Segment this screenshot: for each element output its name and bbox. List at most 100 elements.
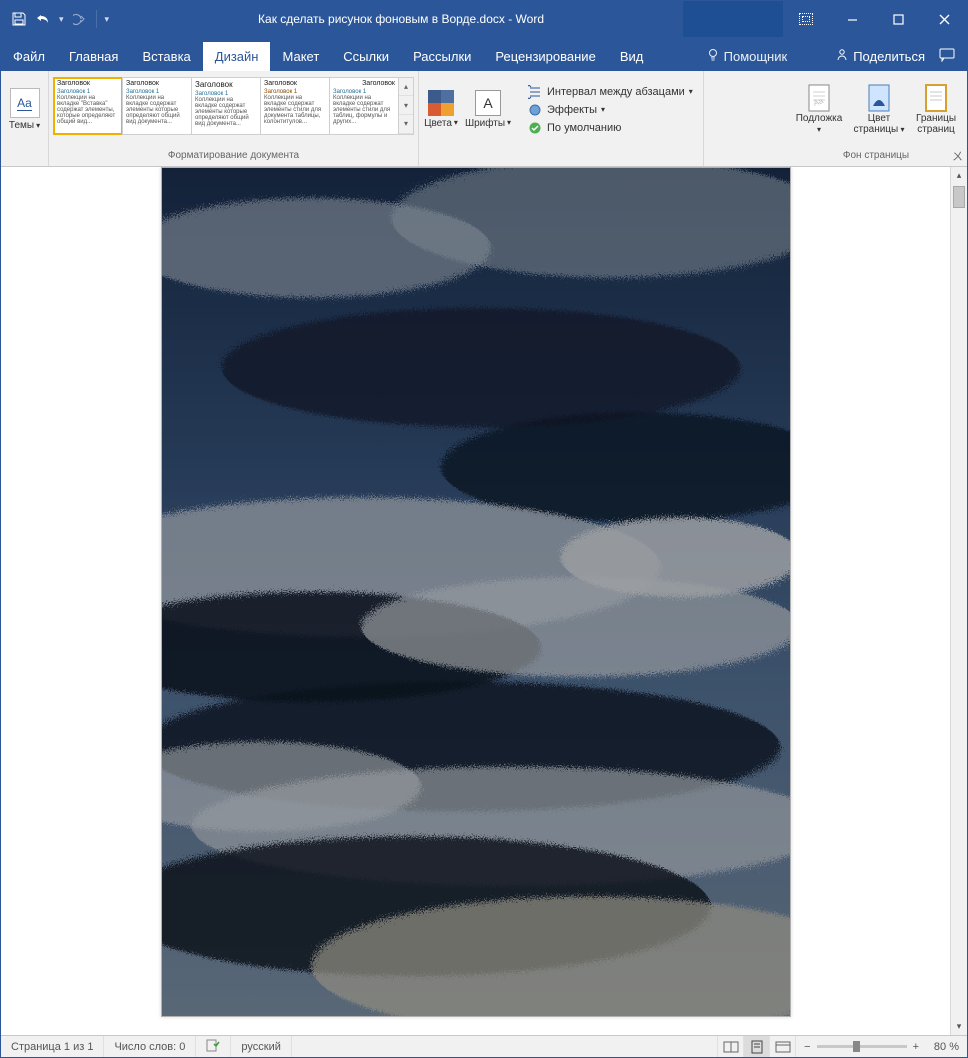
ribbon: Aa Темы▾ ЗаголовокЗаголовок 1Коллекции н… xyxy=(1,71,967,167)
fonts-icon: A xyxy=(475,90,501,116)
document-canvas[interactable] xyxy=(1,167,950,1035)
undo-icon[interactable] xyxy=(35,11,51,27)
group-document-settings: Интервал между абзацами ▾ Эффекты▾ По умо… xyxy=(517,71,704,166)
scroll-thumb[interactable] xyxy=(953,186,965,208)
colors-button[interactable]: Цвета▾ xyxy=(423,90,459,129)
status-page[interactable]: Страница 1 из 1 xyxy=(1,1036,104,1057)
colors-icon xyxy=(428,90,454,116)
page-borders-button[interactable]: Границы страниц xyxy=(909,84,963,135)
page-borders-icon xyxy=(922,84,950,112)
tab-review[interactable]: Рецензирование xyxy=(483,42,607,71)
zoom-slider-thumb[interactable] xyxy=(853,1041,860,1052)
status-language[interactable]: русский xyxy=(231,1036,291,1057)
formatting-group-label: Форматирование документа xyxy=(168,146,299,164)
watermark-button[interactable]: Aa Подложка▾ xyxy=(789,84,849,135)
undo-dropdown-icon[interactable]: ▾ xyxy=(59,14,64,25)
zoom-in-button[interactable]: + xyxy=(913,1041,919,1053)
group-document-formatting: ЗаголовокЗаголовок 1Коллекции на вкладке… xyxy=(49,71,419,166)
view-web-layout-button[interactable] xyxy=(769,1036,795,1057)
chevron-down-icon: ▾ xyxy=(689,87,693,96)
style-thumb-1[interactable]: ЗаголовокЗаголовок 1Коллекции на вкладке… xyxy=(53,77,123,135)
chevron-down-icon: ▾ xyxy=(601,105,605,114)
tab-layout[interactable]: Макет xyxy=(270,42,331,71)
page-background-image xyxy=(162,168,790,1016)
style-gallery[interactable]: ЗаголовокЗаголовок 1Коллекции на вкладке… xyxy=(53,77,414,143)
vertical-scrollbar[interactable]: ▴ ▾ xyxy=(950,167,967,1035)
user-account-button[interactable] xyxy=(683,1,783,37)
redo-icon[interactable] xyxy=(72,11,88,27)
gallery-up-icon[interactable]: ▴ xyxy=(399,78,413,97)
group-page-background: Aa Подложка▾ Цвет страницы ▾ Границы стр… xyxy=(785,71,967,166)
titlebar: ▾ ▾ Как сделать рисунок фоновым в Ворде.… xyxy=(1,1,967,37)
style-thumb-5[interactable]: ЗаголовокЗаголовок 1Коллекции на вкладке… xyxy=(329,77,399,135)
share-button[interactable]: Поделиться xyxy=(853,49,925,64)
paragraph-spacing-button[interactable]: Интервал между абзацами ▾ xyxy=(527,84,693,100)
themes-label: Темы xyxy=(9,120,34,131)
group-themes: Aa Темы▾ xyxy=(1,71,49,166)
style-thumb-2[interactable]: ЗаголовокЗаголовок 1Коллекции на вкладке… xyxy=(122,77,192,135)
themes-button[interactable]: Aa Темы▾ xyxy=(5,88,45,131)
gallery-more-icon[interactable]: ▾ xyxy=(399,115,413,134)
tab-view[interactable]: Вид xyxy=(608,42,656,71)
group-fonts: A Шрифты▾ xyxy=(459,71,517,166)
view-read-mode-button[interactable] xyxy=(717,1036,743,1057)
zoom-level[interactable]: 80 % xyxy=(925,1041,959,1053)
minimize-button[interactable] xyxy=(829,1,875,37)
maximize-button[interactable] xyxy=(875,1,921,37)
chevron-down-icon: ▾ xyxy=(36,121,40,130)
quick-access-toolbar: ▾ ▾ xyxy=(1,1,119,37)
window-title: Как сделать рисунок фоновым в Ворде.docx… xyxy=(119,12,683,26)
lightbulb-icon xyxy=(706,48,720,65)
proofing-icon xyxy=(206,1038,220,1055)
tab-references[interactable]: Ссылки xyxy=(331,42,401,71)
status-proofing[interactable] xyxy=(196,1036,231,1057)
watermark-label: Подложка xyxy=(796,113,843,124)
tab-mailings[interactable]: Рассылки xyxy=(401,42,483,71)
qat-separator xyxy=(96,10,97,28)
scroll-up-icon[interactable]: ▴ xyxy=(951,167,967,184)
comments-icon[interactable] xyxy=(939,48,955,65)
ribbon-display-button[interactable] xyxy=(783,1,829,37)
paragraph-spacing-label: Интервал между абзацами xyxy=(547,86,685,98)
scroll-down-icon[interactable]: ▾ xyxy=(951,1018,967,1035)
paragraph-spacing-icon xyxy=(527,84,543,100)
style-thumb-4[interactable]: ЗаголовокЗаголовок 1Коллекции на вкладке… xyxy=(260,77,330,135)
status-word-count[interactable]: Число слов: 0 xyxy=(104,1036,196,1057)
checkmark-icon xyxy=(527,120,543,136)
gallery-down-icon[interactable]: ▾ xyxy=(399,96,413,115)
zoom-out-button[interactable]: − xyxy=(804,1041,810,1053)
tell-me-label[interactable]: Помощник xyxy=(724,49,788,64)
page-color-button[interactable]: Цвет страницы ▾ xyxy=(849,84,909,135)
gallery-scroll[interactable]: ▴▾▾ xyxy=(398,77,414,135)
zoom-control[interactable]: − + 80 % xyxy=(795,1036,967,1057)
tab-design[interactable]: Дизайн xyxy=(203,42,271,71)
document-page xyxy=(161,167,791,1017)
themes-icon: Aa xyxy=(10,88,40,118)
tab-insert[interactable]: Вставка xyxy=(130,42,202,71)
set-default-label: По умолчанию xyxy=(547,122,621,134)
page-background-group-label: Фон страницы xyxy=(843,146,909,164)
zoom-slider[interactable] xyxy=(817,1045,907,1048)
fonts-button[interactable]: A Шрифты▾ xyxy=(463,90,513,129)
document-area: ▴ ▾ xyxy=(1,167,967,1035)
chevron-down-icon: ▾ xyxy=(454,118,458,129)
qat-customize-icon[interactable]: ▾ xyxy=(105,14,110,25)
page-color-label: Цвет страницы xyxy=(854,113,899,135)
colors-label: Цвета xyxy=(424,118,452,129)
fonts-label: Шрифты xyxy=(465,118,505,129)
save-icon[interactable] xyxy=(11,11,27,27)
tab-home[interactable]: Главная xyxy=(57,42,130,71)
statusbar: Страница 1 из 1 Число слов: 0 русский − … xyxy=(1,1035,967,1057)
close-button[interactable] xyxy=(921,1,967,37)
style-thumb-3[interactable]: ЗаголовокЗаголовок 1Коллекции на вкладке… xyxy=(191,77,261,135)
view-print-layout-button[interactable] xyxy=(743,1036,769,1057)
page-borders-label: Границы страниц xyxy=(909,114,963,135)
ribbon-collapse-icon[interactable]: ㄨ xyxy=(952,148,963,164)
chevron-down-icon: ▾ xyxy=(898,125,904,134)
ribbon-tabs: Файл Главная Вставка Дизайн Макет Ссылки… xyxy=(1,37,967,71)
set-default-button[interactable]: По умолчанию xyxy=(527,120,693,136)
tab-file[interactable]: Файл xyxy=(1,42,57,71)
effects-button[interactable]: Эффекты▾ xyxy=(527,102,693,118)
scroll-track[interactable] xyxy=(951,184,967,1018)
effects-icon xyxy=(527,102,543,118)
